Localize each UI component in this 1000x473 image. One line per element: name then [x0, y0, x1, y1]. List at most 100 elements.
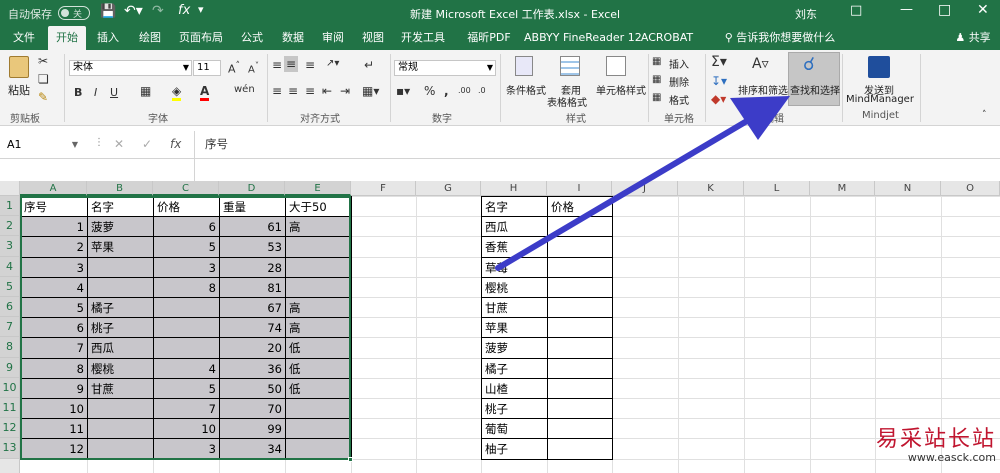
column-header-a[interactable]: A [20, 181, 87, 196]
decrease-font-icon[interactable]: A˅ [248, 60, 259, 75]
cut-icon[interactable]: ✂ [38, 54, 48, 68]
table2-price-cell[interactable] [547, 377, 613, 399]
wrap-text-icon[interactable]: ↵ [364, 58, 374, 72]
conditional-format-button[interactable]: 条件格式 [506, 82, 546, 97]
row-header-extra[interactable] [0, 458, 20, 473]
table2-name-cell[interactable]: 菠萝 [481, 337, 548, 359]
send-to-mindmanager-label[interactable]: MindManager [846, 94, 914, 105]
table2-name-cell[interactable]: 西瓜 [481, 216, 548, 238]
column-header-m[interactable]: M [810, 181, 875, 196]
row-header-4[interactable]: 4 [0, 256, 20, 277]
row-header-6[interactable]: 6 [0, 297, 20, 318]
row-header-5[interactable]: 5 [0, 276, 20, 297]
delete-cells-button[interactable]: 删除 [669, 74, 689, 89]
table2-name-cell[interactable]: 苹果 [481, 317, 548, 339]
row-header-13[interactable]: 13 [0, 438, 20, 459]
paste-button[interactable]: 粘贴 [8, 82, 30, 98]
currency-icon[interactable]: ▪▾ [396, 84, 410, 98]
cell-style-button[interactable]: 单元格样式 [596, 82, 646, 97]
merge-center-icon[interactable]: ▦▾ [362, 84, 379, 98]
tab-formulas[interactable]: 公式 [236, 26, 268, 50]
column-header-l[interactable]: L [744, 181, 810, 196]
table2-price-cell[interactable] [547, 398, 613, 420]
table-format-label-2[interactable]: 表格格式 [547, 94, 587, 109]
close-icon[interactable]: ✕ [977, 2, 989, 18]
row-header-7[interactable]: 7 [0, 317, 20, 338]
outdent-icon[interactable]: ⇥ [340, 84, 350, 98]
format-cells-button[interactable]: 格式 [669, 92, 689, 107]
fill-handle[interactable] [348, 457, 353, 462]
clear-icon[interactable]: ◆▾ [711, 92, 726, 106]
tab-draw[interactable]: 绘图 [134, 26, 166, 50]
fill-color-icon[interactable]: ◈ [172, 84, 182, 101]
minimize-icon[interactable]: — [900, 2, 913, 17]
tab-data[interactable]: 数据 [278, 26, 308, 50]
table2-price-cell[interactable] [547, 236, 613, 258]
table2-price-cell[interactable] [547, 216, 613, 238]
column-header-n[interactable]: N [875, 181, 941, 196]
undo-icon[interactable]: ↶▾ [124, 3, 143, 19]
cancel-icon[interactable]: ✕ [114, 137, 124, 151]
table2-price-cell[interactable] [547, 276, 613, 298]
row-header-10[interactable]: 10 [0, 377, 20, 398]
table2-name-cell[interactable]: 柚子 [481, 438, 548, 460]
tab-foxit-pdf[interactable]: 福昕PDF [462, 26, 516, 50]
align-right-icon[interactable]: ≡ [305, 84, 315, 98]
indent-icon[interactable]: ⇤ [322, 84, 332, 98]
tab-page-layout[interactable]: 页面布局 [176, 26, 226, 50]
table2-name-cell[interactable]: 山楂 [481, 377, 548, 399]
paste-icon[interactable] [9, 56, 29, 78]
comma-icon[interactable]: , [444, 84, 449, 98]
table2-price-cell[interactable] [547, 337, 613, 359]
fill-icon[interactable]: ↧▾ [711, 74, 727, 88]
table2-price-cell[interactable] [547, 438, 613, 460]
column-header-h[interactable]: H [481, 181, 547, 196]
table2-name-cell[interactable]: 香蕉 [481, 236, 548, 258]
number-format-select[interactable]: 常规 ▼ [394, 60, 496, 76]
tab-home[interactable]: 开始 [48, 26, 86, 50]
table2-price-cell[interactable] [547, 418, 613, 440]
save-icon[interactable]: 💾 [100, 4, 116, 19]
align-left-icon[interactable]: ≡ [272, 84, 282, 98]
column-header-d[interactable]: D [219, 181, 285, 196]
align-top-icon[interactable]: ≡ [272, 58, 282, 72]
tab-file[interactable]: 文件 [6, 26, 42, 50]
ribbon-display-icon[interactable]: □ [850, 3, 862, 18]
column-header-i[interactable]: I [547, 181, 612, 196]
percent-icon[interactable]: % [424, 84, 435, 98]
tell-me-search[interactable]: ⚲ 告诉我你想要做什么 [710, 26, 850, 50]
tab-acrobat[interactable]: ACROBAT [640, 26, 694, 50]
share-button[interactable]: ♟ 共享 [950, 26, 996, 50]
italic-icon[interactable]: I [94, 86, 97, 99]
enter-icon[interactable]: ✓ [142, 137, 152, 151]
redo-icon[interactable]: ↷ [152, 3, 164, 19]
table2-price-cell[interactable] [547, 256, 613, 278]
orientation-icon[interactable]: ↗▾ [326, 58, 339, 69]
sort-filter-button[interactable]: 排序和筛选 [738, 82, 788, 97]
table2-price-cell[interactable] [547, 357, 613, 379]
row-header-9[interactable]: 9 [0, 357, 20, 378]
column-header-j[interactable]: J [612, 181, 678, 196]
column-header-k[interactable]: K [678, 181, 744, 196]
font-size-select[interactable]: 11 [193, 60, 221, 76]
font-name-select[interactable]: 宋体 ▼ [69, 60, 192, 76]
customize-qat-icon[interactable]: ▾ [198, 3, 204, 16]
column-header-g[interactable]: G [416, 181, 481, 196]
copy-icon[interactable]: ❏ [38, 72, 49, 86]
increase-font-icon[interactable]: A˄ [228, 60, 240, 76]
underline-icon[interactable]: U [110, 86, 118, 99]
row-header-8[interactable]: 8 [0, 337, 20, 358]
insert-function-icon[interactable]: fx [170, 137, 181, 151]
table2-price-cell[interactable] [547, 317, 613, 339]
align-center-icon[interactable]: ≡ [288, 84, 298, 98]
collapse-ribbon-icon[interactable]: ˄ [982, 110, 987, 120]
insert-cells-button[interactable]: 插入 [669, 56, 689, 71]
decrease-decimal-icon[interactable]: .0 [478, 86, 486, 95]
tab-developer[interactable]: 开发工具 [398, 26, 448, 50]
autosave-toggle[interactable]: 关 [58, 6, 90, 20]
user-name[interactable]: 刘东 [795, 6, 817, 22]
font-color-icon[interactable]: A [200, 84, 210, 101]
tab-insert[interactable]: 插入 [92, 26, 124, 50]
function-icon[interactable]: fx [178, 3, 190, 18]
column-header-o[interactable]: O [941, 181, 1000, 196]
